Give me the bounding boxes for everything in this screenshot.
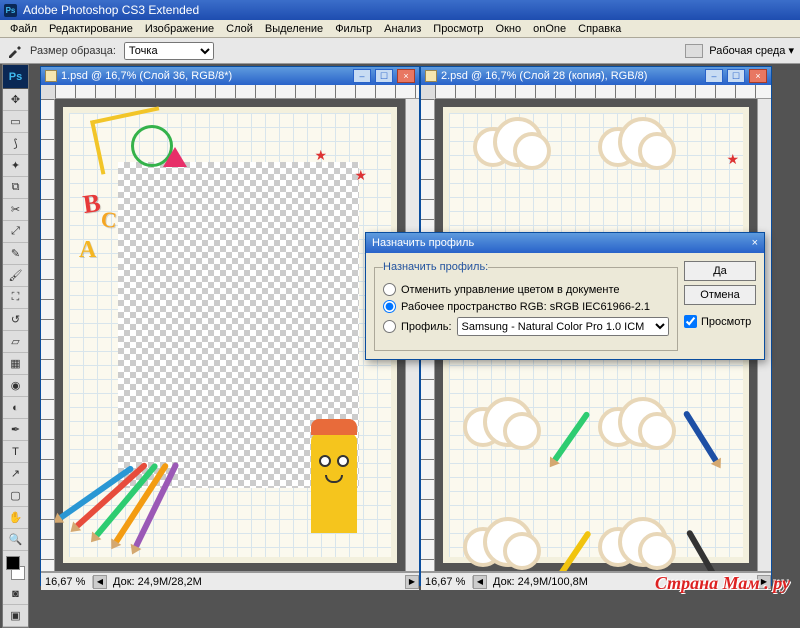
menu-item[interactable]: Изображение: [139, 21, 220, 37]
ruler-horizontal: [55, 85, 419, 99]
document-window-1: 1.psd @ 16,7% (Слой 36, RGB/8*) – ☐ × B …: [40, 66, 420, 586]
app-title: Adobe Photoshop CS3 Extended: [23, 3, 199, 17]
preview-checkbox[interactable]: [684, 315, 697, 328]
zoom-tool[interactable]: 🔍: [3, 529, 28, 551]
profile-fieldset: Назначить профиль: Отменить управление ц…: [374, 261, 678, 351]
path-tool[interactable]: ↗: [3, 463, 28, 485]
menu-item[interactable]: Файл: [4, 21, 43, 37]
ps-logo-icon: Ps: [3, 65, 28, 89]
doc2-zoom[interactable]: 16,67 %: [421, 576, 473, 588]
radio-discard-label: Отменить управление цветом в документе: [401, 284, 620, 296]
menu-item[interactable]: Просмотр: [427, 21, 489, 37]
shape-tool[interactable]: ▢: [3, 485, 28, 507]
blur-tool[interactable]: ◉: [3, 375, 28, 397]
scroll-left-icon[interactable]: ◀: [473, 575, 487, 589]
preview-label: Просмотр: [701, 316, 751, 328]
menu-item[interactable]: Слой: [220, 21, 259, 37]
quickmask-tool[interactable]: ◙: [3, 583, 28, 605]
screenmode-tool[interactable]: ▣: [3, 605, 28, 627]
sample-size-label: Размер образца:: [30, 45, 116, 57]
maximize-button[interactable]: ☐: [727, 69, 745, 83]
history-brush-tool[interactable]: ↺: [3, 309, 28, 331]
cancel-button[interactable]: Отмена: [684, 285, 756, 305]
doc1-titlebar[interactable]: 1.psd @ 16,7% (Слой 36, RGB/8*) – ☐ ×: [41, 67, 419, 85]
assign-profile-dialog: Назначить профиль × Назначить профиль: О…: [365, 232, 765, 360]
scroll-right-icon[interactable]: ▶: [405, 575, 419, 589]
minimize-button[interactable]: –: [705, 69, 723, 83]
radio-working-rgb-label: Рабочее пространство RGB: sRGB IEC61966-…: [401, 301, 650, 313]
doc1-title: 1.psd @ 16,7% (Слой 36, RGB/8*): [61, 70, 349, 82]
gradient-tool[interactable]: ▦: [3, 353, 28, 375]
menu-item[interactable]: onOne: [527, 21, 572, 37]
menu-item[interactable]: Справка: [572, 21, 627, 37]
ruler-vertical: [41, 99, 55, 571]
radio-profile[interactable]: [383, 320, 396, 333]
lasso-tool[interactable]: ⟆: [3, 133, 28, 155]
radio-working-rgb[interactable]: [383, 300, 396, 313]
healing-tool[interactable]: ✎: [3, 243, 28, 265]
doc2-title: 2.psd @ 16,7% (Слой 28 (копия), RGB/8): [441, 70, 701, 82]
workspace-dropdown[interactable]: Рабочая среда ▾: [709, 44, 794, 57]
color-swatches[interactable]: [3, 553, 28, 583]
app-titlebar: Ps Adobe Photoshop CS3 Extended: [0, 0, 800, 20]
menu-item[interactable]: Редактирование: [43, 21, 139, 37]
ok-button[interactable]: Да: [684, 261, 756, 281]
menu-item[interactable]: Окно: [490, 21, 528, 37]
stamp-tool[interactable]: ⛶: [3, 287, 28, 309]
radio-discard[interactable]: [383, 283, 396, 296]
doc2-titlebar[interactable]: 2.psd @ 16,7% (Слой 28 (копия), RGB/8) –…: [421, 67, 771, 85]
screen-mode-icon[interactable]: [685, 44, 703, 58]
eyedropper-tool[interactable]: ⤢: [3, 221, 28, 243]
doc1-canvas[interactable]: B C A ★ ★: [55, 99, 405, 571]
profile-select[interactable]: Samsung - Natural Color Pro 1.0 ICM: [457, 317, 669, 336]
menu-item[interactable]: Фильтр: [329, 21, 378, 37]
watermark: Страна Мам . ру: [655, 573, 790, 594]
tools-panel: Ps ✥ ▭ ⟆ ✦ ⧉ ✂ ⤢ ✎ 🖌 ⛶ ↺ ▱ ▦ ◉ ◐ ✒ T ↗ ▢…: [2, 64, 29, 628]
dialog-title: Назначить профиль: [372, 237, 752, 249]
move-tool[interactable]: ✥: [3, 89, 28, 111]
app-icon: Ps: [4, 4, 17, 17]
brush-tool[interactable]: 🖌: [3, 265, 28, 287]
dodge-tool[interactable]: ◐: [3, 397, 28, 419]
slice-tool[interactable]: ✂: [3, 199, 28, 221]
eraser-tool[interactable]: ▱: [3, 331, 28, 353]
pen-tool[interactable]: ✒: [3, 419, 28, 441]
maximize-button[interactable]: ☐: [375, 69, 393, 83]
menu-item[interactable]: Выделение: [259, 21, 329, 37]
hand-tool[interactable]: ✋: [3, 507, 28, 529]
doc-icon: [425, 70, 437, 82]
ruler-horizontal: [435, 85, 771, 99]
menu-item[interactable]: Анализ: [378, 21, 427, 37]
fieldset-legend: Назначить профиль:: [383, 261, 488, 273]
preview-checkbox-row[interactable]: Просмотр: [684, 315, 756, 328]
scroll-left-icon[interactable]: ◀: [93, 575, 107, 589]
dialog-titlebar[interactable]: Назначить профиль ×: [366, 233, 764, 253]
doc1-zoom[interactable]: 16,67 %: [41, 576, 93, 588]
wand-tool[interactable]: ✦: [3, 155, 28, 177]
doc-icon: [45, 70, 57, 82]
doc1-info: Док: 24,9M/28,2M: [107, 576, 405, 588]
close-button[interactable]: ×: [749, 69, 767, 83]
type-tool[interactable]: T: [3, 441, 28, 463]
crop-tool[interactable]: ⧉: [3, 177, 28, 199]
dialog-close-button[interactable]: ×: [752, 237, 758, 249]
menu-bar: Файл Редактирование Изображение Слой Выд…: [0, 20, 800, 38]
close-button[interactable]: ×: [397, 69, 415, 83]
marquee-tool[interactable]: ▭: [3, 111, 28, 133]
workspace: Ps ✥ ▭ ⟆ ✦ ⧉ ✂ ⤢ ✎ 🖌 ⛶ ↺ ▱ ▦ ◉ ◐ ✒ T ↗ ▢…: [0, 64, 800, 600]
scrollbar-horizontal[interactable]: 16,67 % ◀ Док: 24,9M/28,2M ▶: [41, 571, 419, 585]
options-bar: Размер образца: Точка Рабочая среда ▾: [0, 38, 800, 64]
radio-profile-label: Профиль:: [401, 321, 452, 333]
sample-size-select[interactable]: Точка: [124, 42, 214, 60]
eyedropper-icon: [6, 43, 22, 59]
minimize-button[interactable]: –: [353, 69, 371, 83]
